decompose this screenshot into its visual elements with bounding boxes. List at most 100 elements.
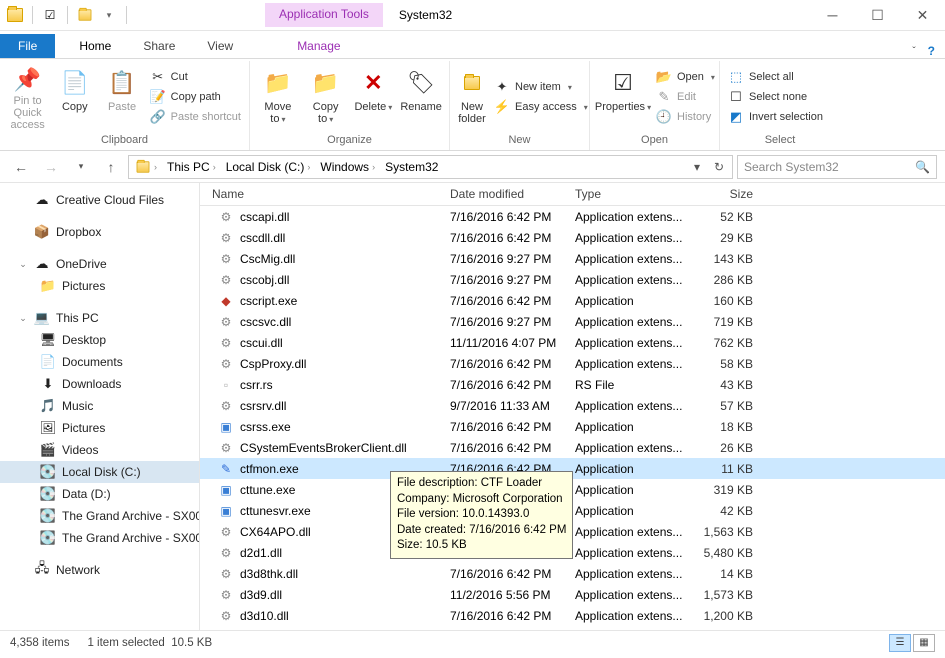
file-row[interactable]: ⚙d3d9.dll11/2/2016 5:56 PMApplication ex…: [200, 584, 945, 605]
sidebar-item[interactable]: 📁Pictures: [0, 275, 199, 297]
file-row[interactable]: ◆cscript.exe7/16/2016 6:42 PMApplication…: [200, 290, 945, 311]
sidebar-item[interactable]: 💽The Grand Archive - SX00G (G:): [0, 505, 199, 527]
file-type: Application extens...: [575, 231, 693, 245]
file-tooltip: File description: CTF Loader Company: Mi…: [390, 471, 573, 559]
file-icon: ⚙: [218, 545, 234, 561]
up-button[interactable]: ↑: [98, 154, 124, 180]
file-row[interactable]: ⚙cscobj.dll7/16/2016 9:27 PMApplication …: [200, 269, 945, 290]
sidebar-item[interactable]: 💽Local Disk (C:): [0, 461, 199, 483]
easy-access-button[interactable]: ⚡Easy access▾: [492, 98, 590, 116]
share-tab[interactable]: Share: [127, 34, 191, 58]
sidebar-item[interactable]: ⌄☁OneDrive: [0, 253, 199, 275]
help-icon[interactable]: ?: [928, 44, 935, 58]
file-row[interactable]: ⚙cscdll.dll7/16/2016 6:42 PMApplication …: [200, 227, 945, 248]
minimize-button[interactable]: ─: [810, 1, 855, 30]
column-date[interactable]: Date modified: [450, 187, 575, 201]
address-folder-icon[interactable]: ›: [131, 158, 161, 176]
sidebar-label: Desktop: [62, 333, 106, 347]
column-type[interactable]: Type: [575, 187, 693, 201]
maximize-button[interactable]: ☐: [855, 1, 900, 30]
file-row[interactable]: ⚙cscsvc.dll7/16/2016 9:27 PMApplication …: [200, 311, 945, 332]
cut-button[interactable]: ✂Cut: [148, 68, 243, 86]
expand-icon[interactable]: ⌄: [18, 259, 28, 270]
history-button[interactable]: 🕘History: [654, 108, 717, 126]
view-tab[interactable]: View: [191, 34, 249, 58]
sidebar-item[interactable]: 🖥Desktop: [0, 329, 199, 351]
file-date: 7/16/2016 9:27 PM: [450, 252, 575, 266]
sidebar-label: Network: [56, 563, 100, 577]
file-row[interactable]: ⚙d3d8thk.dll7/16/2016 6:42 PMApplication…: [200, 563, 945, 584]
copy-to-button[interactable]: 📁Copy to▾: [304, 63, 348, 131]
paste-button[interactable]: 📋 Paste: [100, 63, 143, 131]
select-none-button[interactable]: ☐Select none: [726, 88, 825, 106]
sidebar-item[interactable]: ⌄💻This PC: [0, 307, 199, 329]
recent-locations-button[interactable]: ▾: [68, 154, 94, 180]
column-size[interactable]: Size: [693, 187, 783, 201]
file-row[interactable]: ⚙d3d10.dll7/16/2016 6:42 PMApplication e…: [200, 605, 945, 626]
address-dropdown-button[interactable]: ▾: [686, 156, 708, 178]
open-button[interactable]: 📂Open▾: [654, 68, 717, 86]
copy-path-button[interactable]: 📝Copy path: [148, 88, 243, 106]
delete-button[interactable]: ✕Delete▾: [352, 63, 396, 131]
sidebar-item[interactable]: 📄Documents: [0, 351, 199, 373]
large-icons-view-button[interactable]: ▦: [913, 634, 935, 652]
file-row[interactable]: ⚙csrsrv.dll9/7/2016 11:33 AMApplication …: [200, 395, 945, 416]
sidebar-item[interactable]: 🎵Music: [0, 395, 199, 417]
forward-button[interactable]: →: [38, 154, 64, 180]
paste-shortcut-button[interactable]: 🔗Paste shortcut: [148, 108, 243, 126]
file-size: 26 KB: [693, 441, 783, 455]
edit-button[interactable]: ✎Edit: [654, 88, 717, 106]
sidebar-item[interactable]: ☁Creative Cloud Files: [0, 189, 199, 211]
details-view-button[interactable]: ☰: [889, 634, 911, 652]
expand-icon[interactable]: ⌄: [18, 313, 28, 324]
search-input[interactable]: Search System32 🔍: [737, 155, 937, 179]
copy-button[interactable]: 📄 Copy: [53, 63, 96, 131]
back-button[interactable]: ←: [8, 154, 34, 180]
breadcrumb-item[interactable]: System32: [381, 158, 442, 176]
sidebar-icon: 💻: [34, 310, 50, 326]
move-to-button[interactable]: 📁Move to▾: [256, 63, 300, 131]
file-icon: ▣: [218, 482, 234, 498]
sidebar-item[interactable]: 💽The Grand Archive - SX00G (G:): [0, 527, 199, 549]
sidebar-item[interactable]: 💽Data (D:): [0, 483, 199, 505]
file-size: 762 KB: [693, 336, 783, 350]
sidebar-item[interactable]: 🖧Network: [0, 559, 199, 581]
file-icon: ⚙: [218, 251, 234, 267]
file-tab[interactable]: File: [0, 34, 55, 58]
invert-selection-button[interactable]: ◩Invert selection: [726, 108, 825, 126]
address-bar[interactable]: › This PC› Local Disk (C:)› Windows› Sys…: [128, 155, 733, 179]
file-row[interactable]: ⚙CSystemEventsBrokerClient.dll7/16/2016 …: [200, 437, 945, 458]
breadcrumb-item[interactable]: Windows›: [316, 158, 379, 176]
minimize-ribbon-icon[interactable]: ˇ: [912, 46, 915, 57]
refresh-button[interactable]: ↻: [708, 156, 730, 178]
properties-button[interactable]: ☑Properties▾: [596, 63, 650, 131]
close-button[interactable]: ✕: [900, 1, 945, 30]
qat-properties-icon[interactable]: ☑: [39, 4, 61, 26]
breadcrumb-item[interactable]: This PC›: [163, 158, 220, 176]
sidebar-label: The Grand Archive - SX00G (G:): [62, 531, 200, 545]
file-rows[interactable]: ⚙cscapi.dll7/16/2016 6:42 PMApplication …: [200, 206, 945, 630]
file-row[interactable]: ▣csrss.exe7/16/2016 6:42 PMApplication18…: [200, 416, 945, 437]
file-row[interactable]: ⚙CscMig.dll7/16/2016 9:27 PMApplication …: [200, 248, 945, 269]
select-all-button[interactable]: ⬚Select all: [726, 68, 825, 86]
sidebar-item[interactable]: 🎬Videos: [0, 439, 199, 461]
manage-tab[interactable]: Manage: [281, 34, 356, 58]
sidebar-item[interactable]: 📦Dropbox: [0, 221, 199, 243]
column-name[interactable]: Name: [200, 187, 450, 201]
sidebar-item[interactable]: 🖼Pictures: [0, 417, 199, 439]
sidebar-item[interactable]: ⬇Downloads: [0, 373, 199, 395]
new-folder-button[interactable]: New folder: [456, 63, 488, 131]
pin-to-quick-access-button[interactable]: 📌 Pin to Quick access: [6, 63, 49, 131]
file-row[interactable]: ▫csrr.rs7/16/2016 6:42 PMRS File43 KB: [200, 374, 945, 395]
qat-dropdown-icon[interactable]: ▾: [98, 4, 120, 26]
new-item-button[interactable]: ✦New item▾: [492, 78, 590, 96]
qat-new-folder-icon[interactable]: [74, 4, 96, 26]
new-folder-icon: [456, 67, 488, 99]
file-row[interactable]: ⚙cscui.dll11/11/2016 4:07 PMApplication …: [200, 332, 945, 353]
file-row[interactable]: ⚙CspProxy.dll7/16/2016 6:42 PMApplicatio…: [200, 353, 945, 374]
home-tab[interactable]: Home: [63, 34, 127, 58]
rename-button[interactable]: 🏷Rename: [399, 63, 443, 131]
file-row[interactable]: ⚙cscapi.dll7/16/2016 6:42 PMApplication …: [200, 206, 945, 227]
file-icon: ◆: [218, 293, 234, 309]
breadcrumb-item[interactable]: Local Disk (C:)›: [222, 158, 315, 176]
